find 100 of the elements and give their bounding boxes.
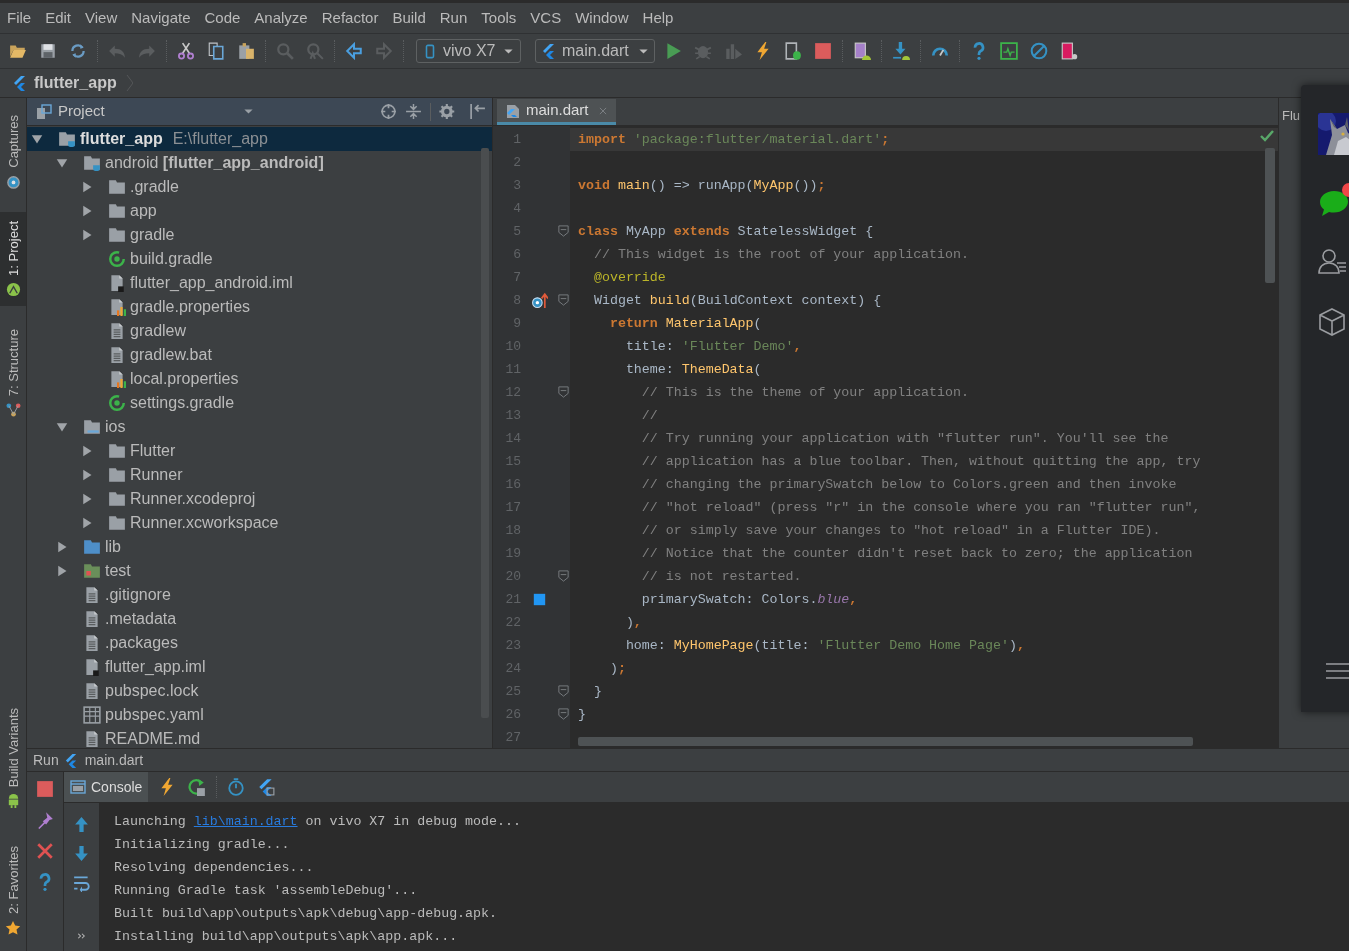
console-line: Launching lib\main.dart on vivo X7 in debug mode... — [114, 813, 522, 831]
tree-item[interactable]: .metadata — [27, 607, 492, 631]
gradle-icon — [108, 394, 126, 412]
crosshair-icon[interactable] — [380, 103, 397, 120]
tree-item[interactable]: gradlew — [27, 319, 492, 343]
code-line: // Try running your application with "flutter run". You'll see the — [640, 430, 1170, 448]
file-link[interactable]: lib\main.dart — [193, 814, 298, 829]
menu-item[interactable]: Build — [385, 8, 433, 28]
tree-item[interactable]: android [flutter_app_android] — [27, 151, 492, 175]
down-arrow-icon[interactable] — [73, 845, 90, 862]
tree-item[interactable]: Runner.xcodeproj — [27, 487, 492, 511]
tree-item[interactable]: Runner.xcworkspace — [27, 511, 492, 535]
tree-item[interactable]: .gradle — [27, 175, 492, 199]
override-icon[interactable] — [530, 292, 548, 309]
tool-window-tab[interactable]: 1: Project — [0, 211, 26, 306]
expanded-arrow-icon[interactable] — [56, 157, 68, 169]
close-icon[interactable] — [36, 842, 54, 860]
phone-android-icon — [853, 42, 871, 60]
run-config-dropdown[interactable]: main.dart — [535, 39, 655, 63]
fold-marker-icon[interactable] — [557, 707, 570, 721]
scrollbar-thumb[interactable] — [481, 148, 489, 718]
collapsed-arrow-icon[interactable] — [81, 445, 93, 457]
tree-item[interactable]: .gitignore — [27, 583, 492, 607]
editor-tab[interactable]: main.dart — [497, 99, 616, 125]
wrap-icon[interactable] — [72, 874, 91, 892]
chat-bubble-icon[interactable] — [1318, 189, 1349, 217]
tree-item[interactable]: flutter_app E:\flutter_app — [27, 127, 492, 151]
person-icon[interactable] — [1318, 247, 1346, 275]
code-line: // or simply save your changes to "hot reload" in a Flutter IDE). — [640, 522, 1162, 540]
menu-item[interactable]: File — [0, 8, 39, 28]
panel-tab[interactable]: Flu — [1282, 106, 1301, 126]
fold-marker-icon[interactable] — [557, 385, 570, 399]
tree-item[interactable]: README.md — [27, 727, 492, 748]
double-chevron-icon[interactable] — [75, 930, 88, 942]
tree-item[interactable]: local.properties — [27, 367, 492, 391]
up-arrow-icon[interactable] — [73, 816, 90, 833]
menu-item[interactable]: Edit — [38, 8, 79, 28]
collapsed-arrow-icon[interactable] — [56, 565, 68, 577]
tool-window-tab[interactable]: 7: Structure — [0, 319, 26, 426]
menu-icon[interactable] — [1326, 662, 1349, 680]
tool-window-tab[interactable]: Captures — [0, 106, 26, 198]
tree-item[interactable]: .packages — [27, 631, 492, 655]
collapsed-arrow-icon[interactable] — [56, 541, 68, 553]
tree-item[interactable]: Runner — [27, 463, 492, 487]
tree-item[interactable]: build.gradle — [27, 247, 492, 271]
restart-icon — [188, 778, 207, 796]
tree-item[interactable]: ios — [27, 415, 492, 439]
menu-item[interactable]: Code — [197, 8, 248, 28]
device-dropdown[interactable]: vivo X7 — [416, 39, 521, 63]
menu-item[interactable]: View — [78, 8, 125, 28]
menu-item[interactable]: Analyze — [247, 8, 315, 28]
console-tab[interactable]: Console — [64, 772, 149, 802]
tree-item[interactable]: lib — [27, 535, 492, 559]
tool-window-tab[interactable]: 2: Favorites — [0, 837, 26, 945]
menu-item[interactable]: Refactor — [314, 8, 386, 28]
stop-icon[interactable] — [36, 780, 54, 798]
close-icon[interactable] — [597, 105, 608, 116]
code-line: } — [577, 706, 587, 724]
fold-marker-icon[interactable] — [557, 569, 570, 583]
collapsed-arrow-icon[interactable] — [81, 493, 93, 505]
menu-item[interactable]: Window — [568, 8, 636, 28]
tree-item[interactable]: settings.gradle — [27, 391, 492, 415]
cube-icon[interactable] — [1318, 307, 1346, 337]
tree-item[interactable]: gradle — [27, 223, 492, 247]
tree-item[interactable]: gradle.properties — [27, 295, 492, 319]
menu-item[interactable]: Run — [432, 8, 475, 28]
collapsed-arrow-icon[interactable] — [81, 181, 93, 193]
tree-item[interactable]: gradlew.bat — [27, 343, 492, 367]
tree-item[interactable]: pubspec.lock — [27, 679, 492, 703]
tree-item[interactable]: flutter_app.iml — [27, 655, 492, 679]
tree-item[interactable]: app — [27, 199, 492, 223]
tree-item[interactable]: pubspec.yaml — [27, 703, 492, 727]
fold-marker-icon[interactable] — [557, 293, 570, 307]
tool-window-tab[interactable]: Build Variants — [0, 698, 26, 818]
tree-item[interactable]: flutter_app_android.iml — [27, 271, 492, 295]
expanded-arrow-icon[interactable] — [31, 133, 43, 145]
menu-item[interactable]: Help — [635, 8, 681, 28]
menu-item[interactable]: Tools — [474, 8, 524, 28]
collapsed-arrow-icon[interactable] — [81, 205, 93, 217]
scrollbar-thumb[interactable] — [578, 737, 1193, 746]
tree-item[interactable]: Flutter — [27, 439, 492, 463]
collapse-icon[interactable] — [405, 103, 422, 120]
fold-marker-icon[interactable] — [557, 224, 570, 238]
color-swatch-icon[interactable] — [532, 593, 546, 606]
collapsed-arrow-icon[interactable] — [81, 229, 93, 241]
expanded-arrow-icon[interactable] — [56, 421, 68, 433]
hide-panel-icon[interactable] — [469, 103, 486, 120]
folder-open-icon — [9, 42, 27, 60]
fold-marker-icon[interactable] — [557, 684, 570, 698]
run-config-tab[interactable]: main.dart — [63, 749, 144, 771]
phone-icon — [423, 42, 437, 60]
scrollbar-thumb[interactable] — [1265, 148, 1275, 283]
menu-item[interactable]: Navigate — [124, 8, 198, 28]
folder-icon — [108, 226, 126, 244]
breadcrumb[interactable]: flutter_app — [12, 71, 125, 95]
menu-item[interactable]: VCS — [523, 8, 569, 28]
collapsed-arrow-icon[interactable] — [81, 517, 93, 529]
pin-icon[interactable] — [36, 811, 54, 829]
collapsed-arrow-icon[interactable] — [81, 469, 93, 481]
tree-item[interactable]: test — [27, 559, 492, 583]
